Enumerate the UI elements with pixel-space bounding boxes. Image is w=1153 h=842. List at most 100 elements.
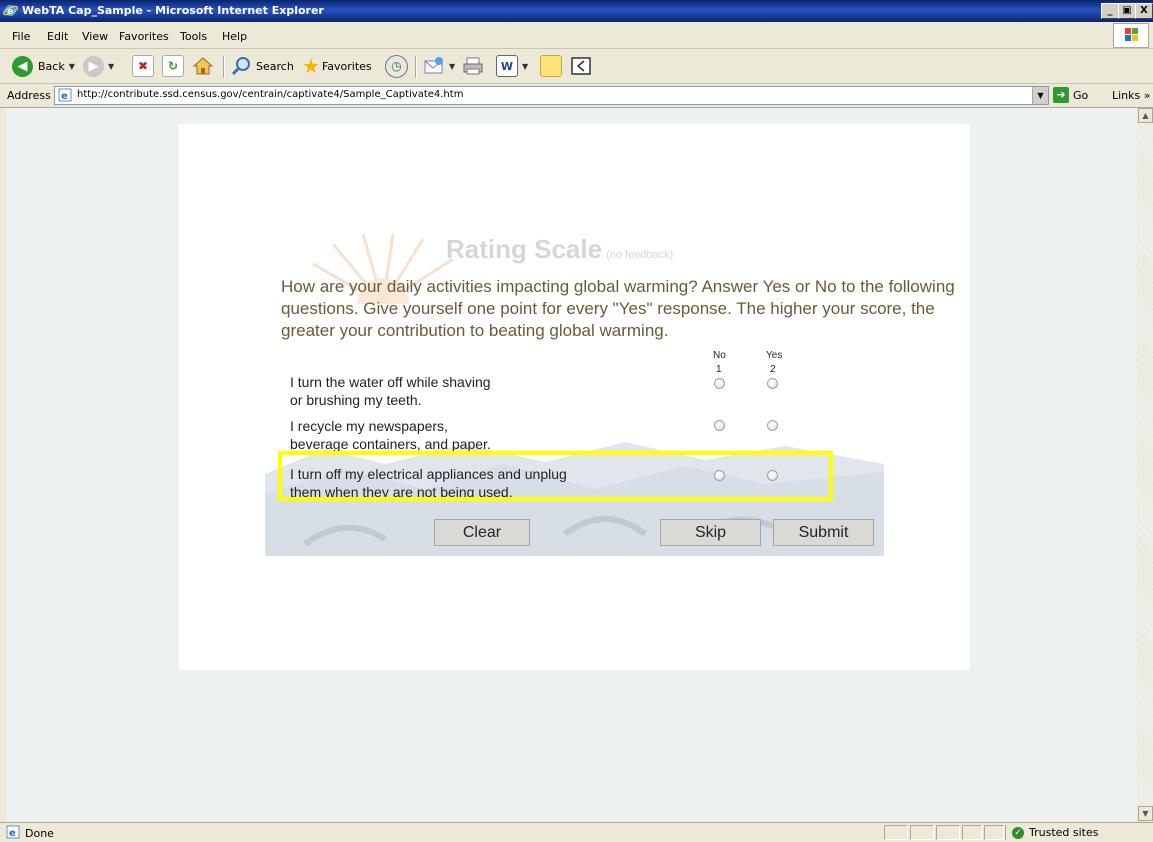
statement-line: or brushing my teeth. [290, 392, 422, 408]
address-url: http://contribute.ssd.census.gov/centrai… [77, 89, 464, 100]
page-icon: e [58, 88, 72, 102]
search-button[interactable]: Search [231, 54, 294, 78]
print-button[interactable] [462, 54, 484, 78]
menu-edit[interactable]: Edit [47, 30, 68, 43]
quiz-title: Rating Scale (no feedback) [446, 234, 673, 265]
chevron-down-icon: ▼ [522, 61, 529, 71]
links-button[interactable]: Links » [1112, 89, 1151, 102]
page-icon: e [6, 825, 20, 839]
forward-button[interactable]: ▶ ▼ [83, 54, 114, 78]
status-cell [936, 825, 960, 840]
mail-icon [424, 57, 443, 74]
skip-button[interactable]: Skip [660, 519, 761, 546]
refresh-button[interactable]: ↻ [162, 54, 184, 78]
mail-button[interactable]: ▼ [423, 54, 455, 78]
menu-bar: File Edit View Favorites Tools Help [0, 22, 1153, 49]
favorites-button[interactable]: ★ Favorites [302, 54, 372, 78]
stop-button[interactable]: ✖ [132, 54, 154, 78]
svg-text:e: e [61, 91, 68, 102]
close-button[interactable]: X [1135, 3, 1153, 19]
scroll-down-icon[interactable]: ▼ [1138, 806, 1153, 821]
address-label: Address [7, 89, 51, 102]
address-bar: Address e http://contribute.ssd.census.g… [0, 84, 1153, 108]
menu-favorites[interactable]: Favorites [119, 30, 169, 43]
chevron-down-icon: ▼ [108, 61, 115, 71]
home-icon [192, 57, 214, 75]
edit-with-word-button[interactable]: W ▼ [496, 54, 528, 78]
statement-line: I turn the water off while shaving [290, 374, 491, 390]
status-cell [984, 825, 1004, 840]
statement-2-no-radio[interactable] [714, 420, 725, 431]
clear-button[interactable]: Clear [434, 519, 530, 546]
stop-icon: ✖ [132, 55, 154, 77]
statement-line: I recycle my newspapers, [290, 418, 448, 434]
security-zone: ✓ Trusted sites [1005, 825, 1136, 840]
trusted-check-icon: ✓ [1012, 826, 1024, 839]
statement-2: I recycle my newspapers, beverage contai… [290, 417, 491, 453]
svg-text:e: e [9, 828, 16, 839]
history-clock-icon: ◷ [385, 54, 408, 78]
highlight-box [278, 451, 833, 501]
zone-label: Trusted sites [1029, 826, 1099, 839]
statement-1-yes-radio[interactable] [767, 378, 778, 389]
column-value-yes: 2 [770, 364, 776, 375]
refresh-icon: ↻ [162, 55, 184, 77]
double-chevron-icon: » [1143, 89, 1151, 102]
menu-file[interactable]: File [12, 30, 30, 43]
statement-2-yes-radio[interactable] [767, 420, 778, 431]
scroll-up-icon[interactable]: ▲ [1138, 108, 1153, 123]
links-label: Links [1112, 89, 1141, 102]
back-button[interactable]: ◀ Back ▼ [12, 54, 75, 78]
window-icon [571, 57, 591, 75]
standard-toolbar: ◀ Back ▼ ▶ ▼ ✖ ↻ Search ★ Favorites ◷ ▼ … [0, 49, 1153, 84]
maximize-button[interactable]: ▣ [1118, 3, 1136, 19]
note-icon [540, 55, 562, 77]
menu-view[interactable]: View [82, 30, 108, 43]
status-cell [884, 825, 908, 840]
statement-1: I turn the water off while shaving or br… [290, 373, 491, 409]
menu-tools[interactable]: Tools [180, 30, 207, 43]
captivate-movie-frame: Rating Scale (no feedback) How are your d… [179, 124, 970, 670]
word-icon: W [496, 55, 518, 77]
forward-arrow-icon: ▶ [83, 55, 104, 77]
history-button[interactable]: ◷ [385, 54, 408, 78]
chevron-down-icon: ▼ [68, 61, 75, 71]
svg-text:e: e [7, 6, 13, 16]
address-input[interactable]: e http://contribute.ssd.census.gov/centr… [54, 86, 1049, 105]
statement-1-no-radio[interactable] [714, 378, 725, 389]
quiz-title-text: Rating Scale [446, 234, 603, 264]
column-header-yes: Yes [766, 350, 783, 361]
menu-help[interactable]: Help [222, 30, 247, 43]
chevron-down-icon: ▼ [449, 61, 456, 71]
home-button[interactable] [192, 54, 214, 78]
window-title: WebTA Cap_Sample - Microsoft Internet Ex… [22, 4, 324, 17]
minimize-button[interactable]: _ [1101, 3, 1119, 19]
back-label: Back [38, 59, 65, 73]
internet-explorer-icon: e [3, 4, 18, 17]
back-arrow-icon: ◀ [12, 55, 33, 77]
submit-button[interactable]: Submit [773, 519, 874, 546]
status-bar: e Done ✓ Trusted sites [0, 822, 1153, 842]
column-value-no: 1 [716, 364, 722, 375]
go-label: Go [1073, 88, 1089, 102]
quiz-subtitle: (no feedback) [606, 249, 674, 261]
messenger-button[interactable] [570, 54, 592, 78]
star-icon: ★ [302, 54, 320, 78]
go-button[interactable]: ➜ Go [1053, 86, 1088, 104]
column-header-no: No [713, 350, 726, 361]
quiz-panel: Rating Scale (no feedback) How are your d… [265, 234, 955, 556]
discuss-button[interactable] [540, 54, 562, 78]
status-cell [910, 825, 934, 840]
go-arrow-icon: ➜ [1053, 87, 1069, 103]
question-text: How are your daily activities impacting … [281, 277, 955, 340]
page-content: Rating Scale (no feedback) How are your d… [6, 108, 1137, 821]
favorites-label: Favorites [321, 59, 372, 73]
status-cell [962, 825, 982, 840]
windows-flag-icon [1113, 23, 1149, 48]
status-text: Done [25, 827, 54, 840]
search-label: Search [256, 59, 294, 73]
vertical-scrollbar[interactable]: ▲ ▼ [1138, 108, 1153, 821]
printer-icon [463, 57, 483, 75]
chevron-down-icon[interactable]: ▼ [1032, 87, 1048, 104]
search-icon [231, 57, 250, 76]
